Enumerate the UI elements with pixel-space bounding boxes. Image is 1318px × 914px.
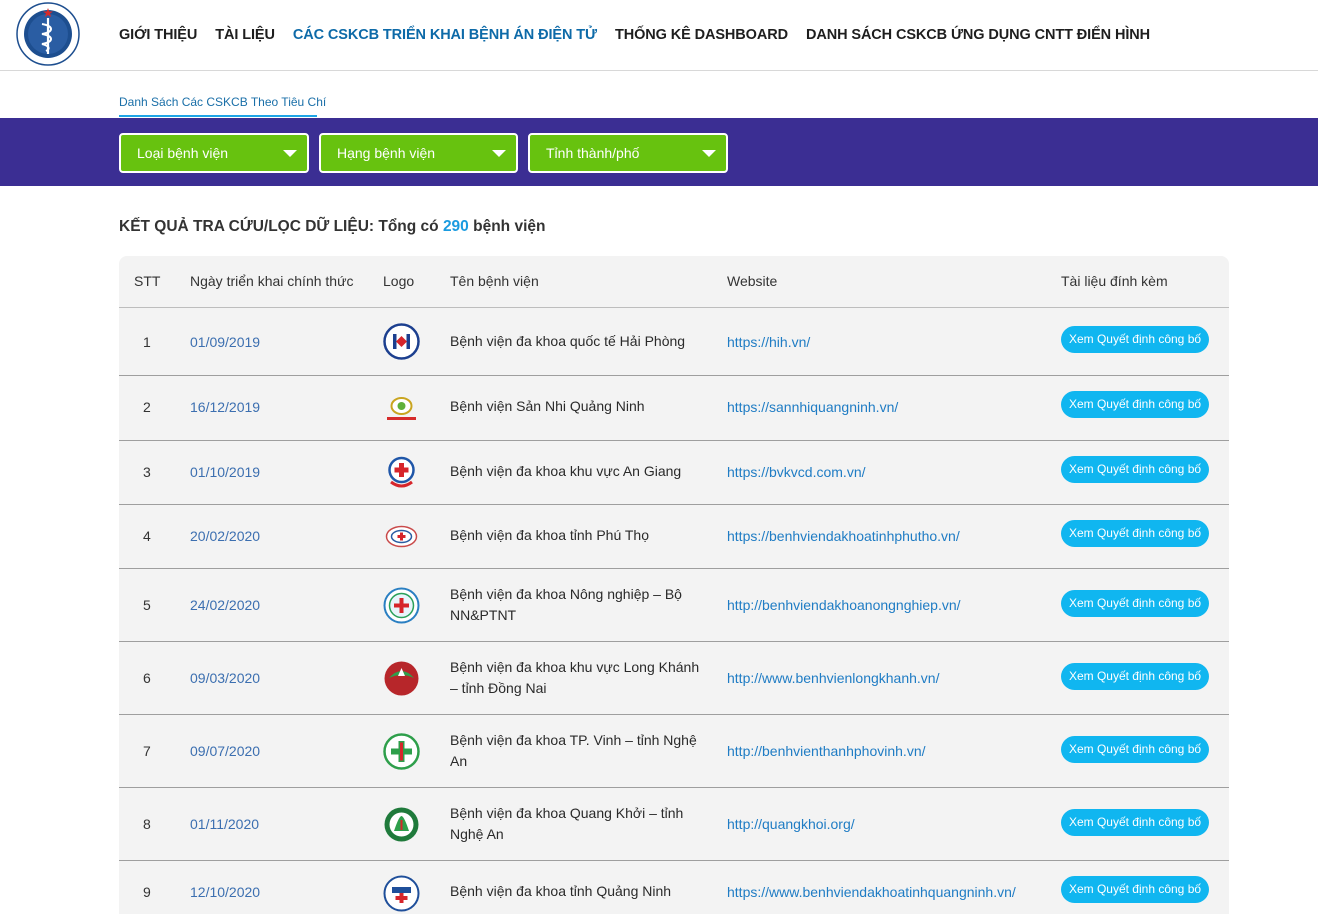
view-decision-button[interactable]: Xem Quyết định công bố xyxy=(1061,590,1209,617)
filter-bar: Loại bệnh viện Hạng bệnh viện Tỉnh thành… xyxy=(0,118,1318,186)
hospital-logo-icon xyxy=(385,525,418,548)
hospital-logo-icon xyxy=(383,587,420,624)
view-decision-button[interactable]: Xem Quyết định công bố xyxy=(1061,809,1209,836)
table-row: 8 01/11/2020 Bệnh viện đa khoa Quang Khở… xyxy=(119,788,1229,861)
row-date: 16/12/2019 xyxy=(190,399,261,415)
hospital-rank-select[interactable]: Hạng bệnh viện xyxy=(319,133,518,173)
site-header: GIỚI THIỆU TÀI LIỆU CÁC CSKCB TRIỂN KHAI… xyxy=(0,0,1318,71)
row-website-link[interactable]: http://benhviendakhoanongnghiep.vn/ xyxy=(727,597,961,613)
nav-item-cskcb-cntt-dien-hinh[interactable]: DANH SÁCH CSKCB ỨNG DỤNG CNTT ĐIỂN HÌNH xyxy=(806,27,1150,43)
row-stt: 6 xyxy=(143,670,151,686)
hospital-logo-icon xyxy=(383,875,420,912)
view-decision-button[interactable]: Xem Quyết định công bố xyxy=(1061,326,1209,353)
tab-danh-sach-cskcb[interactable]: Danh Sách Các CSKCB Theo Tiêu Chí xyxy=(119,95,326,117)
view-decision-button[interactable]: Xem Quyết định công bố xyxy=(1061,391,1209,418)
hospital-logo-icon xyxy=(388,456,415,488)
nav-item-thong-ke-dashboard[interactable]: THỐNG KÊ DASHBOARD xyxy=(615,27,788,43)
table-header: STT Ngày triển khai chính thức Logo Tên … xyxy=(119,256,1229,308)
hospital-rank-label: Hạng bệnh viện xyxy=(337,145,436,161)
province-select[interactable]: Tỉnh thành/phố xyxy=(528,133,728,173)
ministry-of-health-logo[interactable] xyxy=(16,2,80,66)
row-hospital-name: Bệnh viện đa khoa Nông nghiệp – Bộ NN&PT… xyxy=(450,586,682,623)
header-name: Tên bệnh viện xyxy=(450,273,539,289)
nav-item-cskcb-benh-an-dien-tu[interactable]: CÁC CSKCB TRIỂN KHAI BỆNH ÁN ĐIỆN TỬ xyxy=(293,27,597,43)
view-decision-button[interactable]: Xem Quyết định công bố xyxy=(1061,876,1209,903)
row-date: 01/09/2019 xyxy=(190,334,261,350)
nav-item-tai-lieu[interactable]: TÀI LIỆU xyxy=(215,27,275,43)
table-row: 1 01/09/2019 Bệnh viện đa khoa quốc tế H… xyxy=(119,308,1229,376)
row-website-link[interactable]: https://hih.vn/ xyxy=(727,334,810,350)
hospital-logo-icon xyxy=(387,397,416,420)
row-hospital-name: Bệnh viện đa khoa khu vực Long Khánh – t… xyxy=(450,659,700,696)
hospital-type-label: Loại bệnh viện xyxy=(137,145,229,161)
main-nav: GIỚI THIỆU TÀI LIỆU CÁC CSKCB TRIỂN KHAI… xyxy=(110,0,1159,70)
row-website-link[interactable]: https://bvkvcd.com.vn/ xyxy=(727,464,866,480)
hospital-logo-icon xyxy=(384,807,419,842)
row-date: 12/10/2020 xyxy=(190,884,261,900)
table-row: 2 16/12/2019 Bệnh viện Sản Nhi Quảng Nin… xyxy=(119,376,1229,441)
row-stt: 3 xyxy=(143,464,151,480)
hospital-logo-icon xyxy=(384,661,419,696)
row-website-link[interactable]: http://benhvienthanhphovinh.vn/ xyxy=(727,743,926,759)
row-hospital-name: Bệnh viện đa khoa Quang Khởi – tỉnh Nghệ… xyxy=(450,805,684,842)
row-website-link[interactable]: http://www.benhvienlongkhanh.vn/ xyxy=(727,670,939,686)
row-stt: 7 xyxy=(143,743,151,759)
result-summary: KẾT QUẢ TRA CỨU/LỌC DỮ LIỆU: Tổng có 290… xyxy=(119,218,545,236)
row-hospital-name: Bệnh viện đa khoa tỉnh Phú Thọ xyxy=(450,527,650,543)
view-decision-button[interactable]: Xem Quyết định công bố xyxy=(1061,663,1209,690)
row-website-link[interactable]: http://quangkhoi.org/ xyxy=(727,816,855,832)
table-row: 5 24/02/2020 Bệnh viện đa khoa Nông nghi… xyxy=(119,569,1229,642)
hospital-logo-icon xyxy=(383,733,420,770)
header-date: Ngày triển khai chính thức xyxy=(190,273,354,289)
table-row: 9 12/10/2020 Bệnh viện đa khoa tỉnh Quản… xyxy=(119,861,1229,914)
header-attachment: Tài liệu đính kèm xyxy=(1061,273,1168,289)
table-row: 6 09/03/2020 Bệnh viện đa khoa khu vực L… xyxy=(119,642,1229,715)
table-row: 4 20/02/2020 Bệnh viện đa khoa tỉnh Phú … xyxy=(119,505,1229,569)
chevron-down-icon xyxy=(492,150,506,157)
row-hospital-name: Bệnh viện đa khoa khu vực An Giang xyxy=(450,463,682,479)
row-hospital-name: Bệnh viện đa khoa tỉnh Quảng Ninh xyxy=(450,883,672,899)
result-prefix: KẾT QUẢ TRA CỨU/LỌC DỮ LIỆU: Tổng có xyxy=(119,218,443,235)
row-stt: 2 xyxy=(143,399,151,415)
chevron-down-icon xyxy=(283,150,297,157)
row-website-link[interactable]: https://sannhiquangninh.vn/ xyxy=(727,399,898,415)
row-stt: 4 xyxy=(143,528,151,544)
header-stt: STT xyxy=(134,273,161,289)
row-stt: 8 xyxy=(143,816,151,832)
header-logo: Logo xyxy=(383,273,415,289)
row-date: 01/10/2019 xyxy=(190,464,261,480)
hospital-logo-icon xyxy=(383,323,420,360)
row-stt: 9 xyxy=(143,884,151,900)
row-hospital-name: Bệnh viện đa khoa quốc tế Hải Phòng xyxy=(450,333,686,349)
hospital-type-select[interactable]: Loại bệnh viện xyxy=(119,133,309,173)
result-count: 290 xyxy=(442,218,469,235)
view-decision-button[interactable]: Xem Quyết định công bố xyxy=(1061,736,1209,763)
row-hospital-name: Bệnh viện đa khoa TP. Vinh – tỉnh Nghệ A… xyxy=(450,732,697,769)
row-website-link[interactable]: https://benhviendakhoatinhphutho.vn/ xyxy=(727,528,960,544)
row-stt: 5 xyxy=(143,597,151,613)
row-date: 24/02/2020 xyxy=(190,597,261,613)
table-row: 7 09/07/2020 Bệnh viện đa khoa TP. Vinh … xyxy=(119,715,1229,788)
subtab-bar: Danh Sách Các CSKCB Theo Tiêu Chí xyxy=(0,71,1318,118)
row-date: 09/03/2020 xyxy=(190,670,261,686)
chevron-down-icon xyxy=(702,150,716,157)
view-decision-button[interactable]: Xem Quyết định công bố xyxy=(1061,520,1209,547)
row-hospital-name: Bệnh viện Sản Nhi Quảng Ninh xyxy=(450,398,645,414)
view-decision-button[interactable]: Xem Quyết định công bố xyxy=(1061,456,1209,483)
row-website-link[interactable]: https://www.benhviendakhoatinhquangninh.… xyxy=(727,884,1016,900)
header-website: Website xyxy=(727,273,778,289)
nav-item-gioi-thieu[interactable]: GIỚI THIỆU xyxy=(119,27,197,43)
result-suffix: bệnh viện xyxy=(468,218,546,235)
row-date: 09/07/2020 xyxy=(190,743,261,759)
table-row: 3 01/10/2019 Bệnh viện đa khoa khu vực A… xyxy=(119,441,1229,505)
row-date: 20/02/2020 xyxy=(190,528,261,544)
hospital-table: STT Ngày triển khai chính thức Logo Tên … xyxy=(119,256,1229,914)
row-stt: 1 xyxy=(143,334,151,350)
province-label: Tỉnh thành/phố xyxy=(546,145,640,161)
row-date: 01/11/2020 xyxy=(190,816,260,832)
